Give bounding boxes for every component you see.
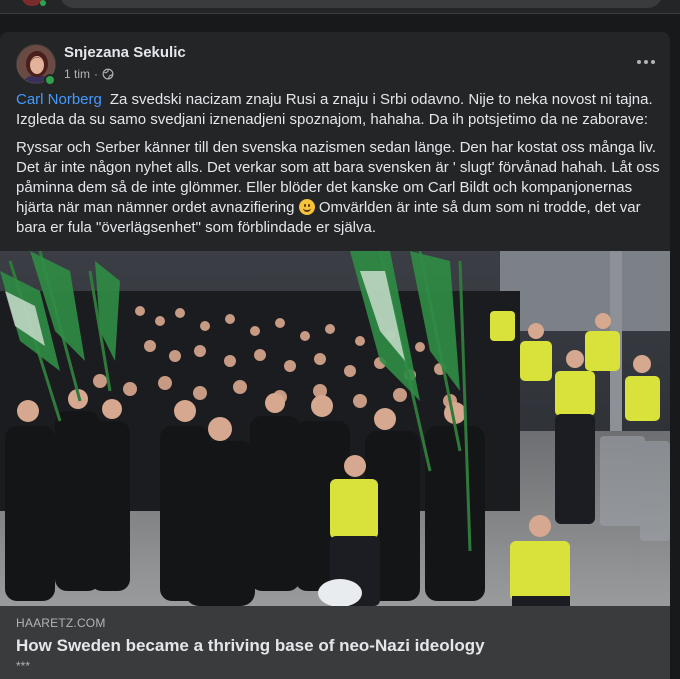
mention-link[interactable]: Carl Norberg bbox=[16, 91, 102, 108]
comment-input[interactable] bbox=[60, 0, 662, 8]
post-card: Snjezana Sekulic 1 tim · Carl Norberg Za … bbox=[0, 32, 670, 679]
link-domain: HAARETZ.COM bbox=[16, 616, 106, 630]
previous-avatar bbox=[22, 0, 42, 6]
link-description: *** bbox=[16, 659, 31, 673]
page-scroll-gutter bbox=[670, 32, 680, 679]
author-name[interactable]: Snjezana Sekulic bbox=[64, 44, 186, 61]
online-status-dot bbox=[44, 74, 56, 86]
post-paragraph-2: Ryssar och Serber känner till den svensk… bbox=[16, 138, 661, 238]
link-title[interactable]: How Sweden became a thriving base of neo… bbox=[16, 636, 485, 656]
previous-post-comment-bar bbox=[0, 0, 680, 14]
meta-separator: · bbox=[94, 67, 99, 81]
globe-icon[interactable] bbox=[102, 68, 114, 80]
link-preview-image[interactable] bbox=[0, 251, 670, 606]
smiling-face-icon bbox=[298, 199, 315, 215]
post-meta: 1 tim · bbox=[64, 67, 114, 81]
post-time[interactable]: 1 tim bbox=[64, 67, 90, 81]
link-preview-footer[interactable]: HAARETZ.COM How Sweden became a thriving… bbox=[0, 606, 670, 679]
paragraph-1-text: Za svedski nacizam znaju Rusi a znaju i … bbox=[16, 91, 653, 128]
more-options-icon[interactable] bbox=[630, 50, 662, 74]
post-paragraph-1: Carl Norberg Za svedski nacizam znaju Rus… bbox=[16, 90, 661, 130]
post-text: Carl Norberg Za svedski nacizam znaju Rus… bbox=[16, 90, 661, 246]
online-indicator bbox=[40, 0, 46, 6]
